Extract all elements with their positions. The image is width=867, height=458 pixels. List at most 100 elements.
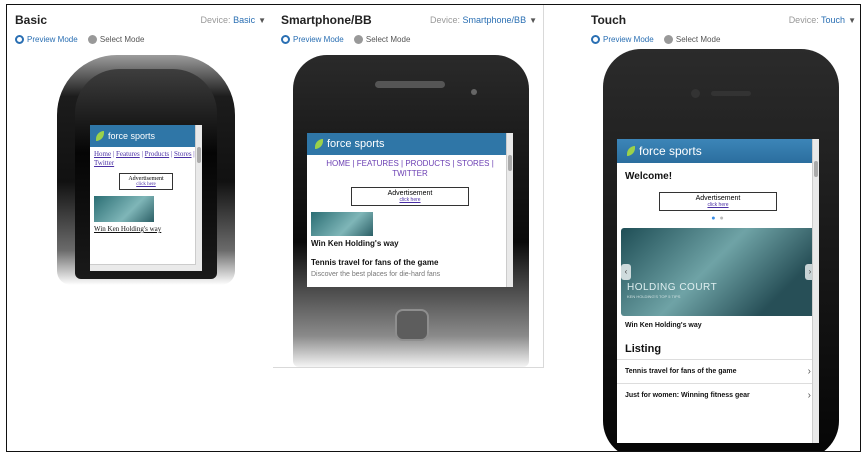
phone-blackberry: force sports HOME | FEATURES | PRODUCTS … bbox=[293, 55, 529, 367]
advertisement-box[interactable]: Advertisement click here bbox=[351, 187, 469, 206]
nav-link-products[interactable]: Products bbox=[145, 150, 170, 158]
device-label: Device: bbox=[430, 15, 461, 25]
ad-link[interactable]: click here bbox=[352, 197, 468, 203]
hero-carousel[interactable]: ‹ › HOLDING COURT KEN HOLDING'S TOP 5 TI… bbox=[621, 228, 815, 316]
phone-basic: force sports Home | Features | Products … bbox=[57, 55, 235, 285]
mode-switcher: Preview Mode Select Mode bbox=[591, 35, 728, 46]
story-snippet: Discover the best places for die-hard fa… bbox=[311, 271, 441, 278]
brand-logo-icon bbox=[315, 139, 323, 149]
nav-link-twitter[interactable]: Twitter bbox=[94, 159, 114, 167]
advertisement-box[interactable]: Advertisement click here bbox=[659, 192, 777, 211]
list-item[interactable]: Tennis travel for fans of the game › bbox=[617, 359, 819, 383]
phone-screen[interactable]: force sports Welcome! Advertisement clic… bbox=[617, 139, 819, 443]
advertisement-box[interactable]: Advertisement click here bbox=[119, 173, 173, 190]
listing-heading: Listing bbox=[625, 343, 662, 355]
story-thumbnail[interactable] bbox=[311, 212, 373, 236]
device-value: Basic bbox=[233, 15, 256, 25]
hero-subtitle: KEN HOLDING'S TOP 5 TIPS bbox=[627, 294, 681, 299]
ad-link[interactable]: click here bbox=[120, 182, 172, 187]
panel-smartphone-bb: Smartphone/BB Device: Smartphone/BB ▼ Pre… bbox=[273, 5, 544, 368]
select-mode-label: Select Mode bbox=[365, 35, 411, 44]
preview-mode-button[interactable]: Preview Mode bbox=[281, 35, 344, 44]
caret-down-icon: ▼ bbox=[529, 16, 537, 25]
device-value: Smartphone/BB bbox=[462, 15, 527, 25]
select-mode-button[interactable]: Select Mode bbox=[663, 35, 721, 44]
list-item-label: Just for women: Winning fitness gear bbox=[625, 392, 750, 399]
gear-icon bbox=[87, 35, 97, 44]
preview-mode-label: Preview Mode bbox=[603, 35, 654, 44]
select-mode-button[interactable]: Select Mode bbox=[353, 35, 411, 44]
list-item-label: Tennis travel for fans of the game bbox=[625, 368, 737, 375]
story-link[interactable]: Win Ken Holding's way bbox=[90, 222, 202, 236]
story-link[interactable]: Win Ken Holding's way bbox=[307, 236, 513, 251]
indicator-light bbox=[471, 89, 477, 95]
phone-screen[interactable]: force sports HOME | FEATURES | PRODUCTS … bbox=[307, 133, 513, 287]
phone-keypad bbox=[303, 303, 519, 359]
site-nav[interactable]: HOME | FEATURES | PRODUCTS | STORES | TW… bbox=[307, 155, 513, 183]
trackpad bbox=[395, 309, 429, 341]
vertical-scrollbar[interactable] bbox=[812, 139, 819, 443]
ad-title: Advertisement bbox=[387, 190, 433, 197]
phone-touch: force sports Welcome! Advertisement clic… bbox=[603, 49, 839, 451]
list-item[interactable]: Just for women: Winning fitness gear › bbox=[617, 383, 819, 407]
story-link-2[interactable]: Tennis travel for fans of the game bbox=[307, 251, 513, 269]
nav-link-home[interactable]: Home bbox=[94, 150, 111, 158]
carousel-pager[interactable]: ● ● bbox=[617, 215, 819, 222]
nav-link-stores[interactable]: Stores bbox=[174, 150, 192, 158]
brand-logo-icon bbox=[627, 146, 635, 156]
brand-logo-icon bbox=[96, 131, 104, 141]
vertical-scrollbar[interactable] bbox=[195, 125, 202, 271]
panel-basic: Basic Device: Basic ▼ Preview Mode Select… bbox=[7, 5, 272, 451]
caret-down-icon: ▼ bbox=[258, 16, 266, 25]
welcome-heading: Welcome! bbox=[625, 171, 673, 182]
chevron-left-icon[interactable]: ‹ bbox=[621, 264, 631, 280]
ad-title: Advertisement bbox=[695, 195, 741, 202]
panel-title: Basic bbox=[15, 13, 48, 27]
gear-icon bbox=[353, 35, 363, 44]
nav-link-features[interactable]: Features bbox=[116, 150, 140, 158]
hero-title: HOLDING COURT bbox=[627, 282, 718, 293]
preview-mode-label: Preview Mode bbox=[27, 35, 78, 44]
screenshot-frame: Basic Device: Basic ▼ Preview Mode Select… bbox=[6, 4, 861, 452]
select-mode-label: Select Mode bbox=[99, 35, 145, 44]
ad-link[interactable]: click here bbox=[660, 202, 776, 208]
caret-down-icon: ▼ bbox=[848, 16, 856, 25]
magnifier-icon bbox=[591, 35, 600, 44]
brand-name: force sports bbox=[639, 144, 702, 158]
select-mode-label: Select Mode bbox=[675, 35, 721, 44]
story-thumbnail[interactable] bbox=[94, 196, 154, 222]
speaker-grill bbox=[711, 91, 751, 96]
magnifier-icon bbox=[281, 35, 290, 44]
select-mode-button[interactable]: Select Mode bbox=[87, 35, 145, 44]
brand-name: force sports bbox=[327, 138, 385, 150]
brand-name: force sports bbox=[108, 131, 156, 141]
device-selector[interactable]: Device: Basic ▼ bbox=[201, 15, 266, 25]
phone-screen[interactable]: force sports Home | Features | Products … bbox=[90, 125, 202, 271]
camera-icon bbox=[691, 89, 700, 98]
device-label: Device: bbox=[788, 15, 819, 25]
site-header: force sports bbox=[617, 139, 819, 163]
panel-title: Touch bbox=[591, 13, 627, 27]
speaker-grill bbox=[375, 81, 445, 88]
panel-title: Smartphone/BB bbox=[281, 13, 372, 27]
device-label: Device: bbox=[200, 15, 231, 25]
preview-mode-button[interactable]: Preview Mode bbox=[591, 35, 654, 44]
site-nav: Home | Features | Products | Stores | Tw… bbox=[94, 150, 195, 167]
site-header: force sports bbox=[90, 125, 202, 147]
magnifier-icon bbox=[15, 35, 24, 44]
gear-icon bbox=[663, 35, 673, 44]
device-value: Touch bbox=[821, 15, 846, 25]
mode-switcher: Preview Mode Select Mode bbox=[15, 35, 152, 46]
preview-mode-button[interactable]: Preview Mode bbox=[15, 35, 78, 44]
device-selector[interactable]: Device: Touch ▼ bbox=[789, 15, 856, 25]
chevron-right-icon: › bbox=[807, 366, 811, 377]
panel-touch: Touch Device: Touch ▼ Preview Mode Select… bbox=[583, 5, 860, 451]
horizontal-scrollbar[interactable] bbox=[90, 264, 196, 271]
preview-mode-label: Preview Mode bbox=[293, 35, 344, 44]
device-selector[interactable]: Device: Smartphone/BB ▼ bbox=[430, 15, 537, 25]
chevron-right-icon: › bbox=[807, 390, 811, 401]
mode-switcher: Preview Mode Select Mode bbox=[281, 35, 418, 46]
vertical-scrollbar[interactable] bbox=[506, 133, 513, 287]
hero-caption[interactable]: Win Ken Holding's way bbox=[617, 316, 819, 335]
site-header: force sports bbox=[307, 133, 513, 155]
